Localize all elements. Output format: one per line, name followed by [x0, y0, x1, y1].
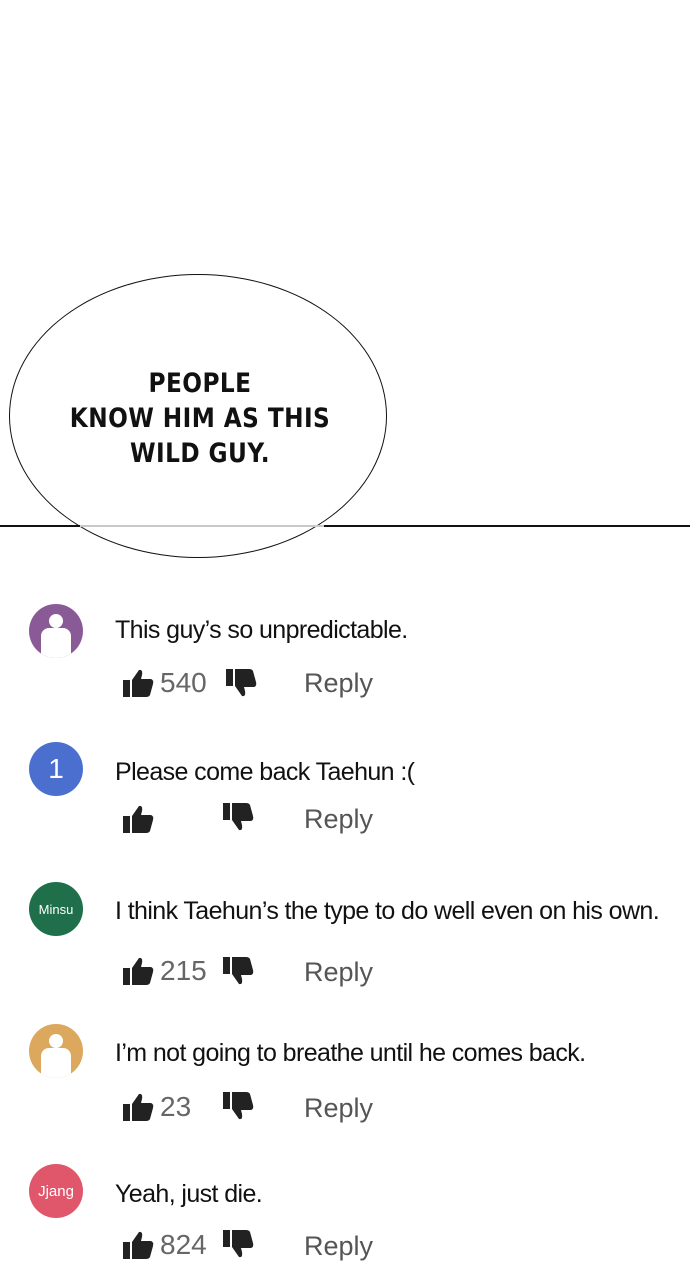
person-icon	[49, 614, 63, 628]
speech-line: WILD GUY.	[130, 438, 270, 469]
like-count: 824	[160, 1229, 207, 1260]
comment-text: Please come back Taehun :(	[115, 758, 415, 786]
reply-button[interactable]: Reply	[304, 957, 373, 988]
reply-button[interactable]: Reply	[304, 804, 373, 835]
thumbs-down-icon[interactable]	[222, 802, 254, 837]
thumbs-up-icon[interactable]	[122, 1230, 154, 1260]
like-count: 23	[160, 1091, 192, 1122]
like-count: 540	[160, 667, 207, 698]
comment-text: Yeah, just die.	[115, 1180, 263, 1208]
thumbs-down-icon[interactable]	[222, 1229, 254, 1264]
avatar-label: Minsu	[38, 901, 74, 917]
thumbs-up-icon[interactable]	[122, 668, 154, 698]
reply-button[interactable]: Reply	[304, 1093, 373, 1124]
reply-button[interactable]: Reply	[304, 1231, 373, 1262]
like-count: 215	[160, 955, 207, 986]
comment-actions: 23	[122, 1089, 191, 1125]
avatar[interactable]	[29, 604, 83, 658]
thumbs-up-icon[interactable]	[122, 804, 154, 834]
comment-text: This guy’s so unpredictable.	[115, 616, 408, 644]
comment-actions: 540	[122, 665, 207, 701]
comic-panel: PEOPLE KNOW HIM AS THIS WILD GUY.	[0, 0, 690, 560]
avatar[interactable]: Minsu	[29, 882, 83, 936]
avatar[interactable]: Jjang	[29, 1164, 83, 1218]
speech-line: KNOW HIM AS THIS	[69, 403, 331, 434]
thumbs-down-icon[interactable]	[225, 668, 257, 703]
comment-actions	[122, 801, 160, 837]
avatar-label: Jjang	[38, 1182, 74, 1200]
reply-button[interactable]: Reply	[304, 668, 373, 699]
avatar-label: 1	[48, 753, 64, 784]
comment-actions: 824	[122, 1227, 207, 1263]
thumbs-up-icon[interactable]	[122, 1092, 154, 1122]
speech-line: PEOPLE	[148, 368, 252, 399]
comment-actions: 215	[122, 953, 207, 989]
comment-text: I think Taehun’s the type to do well eve…	[115, 897, 660, 925]
thumbs-down-icon[interactable]	[222, 1091, 254, 1126]
panel-border-overlap	[80, 525, 324, 527]
thumbs-up-icon[interactable]	[122, 956, 154, 986]
comment-text: I’m not going to breathe until he comes …	[115, 1039, 586, 1067]
avatar[interactable]	[29, 1024, 83, 1078]
thumbs-down-icon[interactable]	[222, 956, 254, 991]
person-icon	[49, 1034, 63, 1048]
avatar[interactable]: 1	[29, 742, 83, 796]
speech-bubble-text: PEOPLE KNOW HIM AS THIS WILD GUY.	[54, 366, 346, 471]
